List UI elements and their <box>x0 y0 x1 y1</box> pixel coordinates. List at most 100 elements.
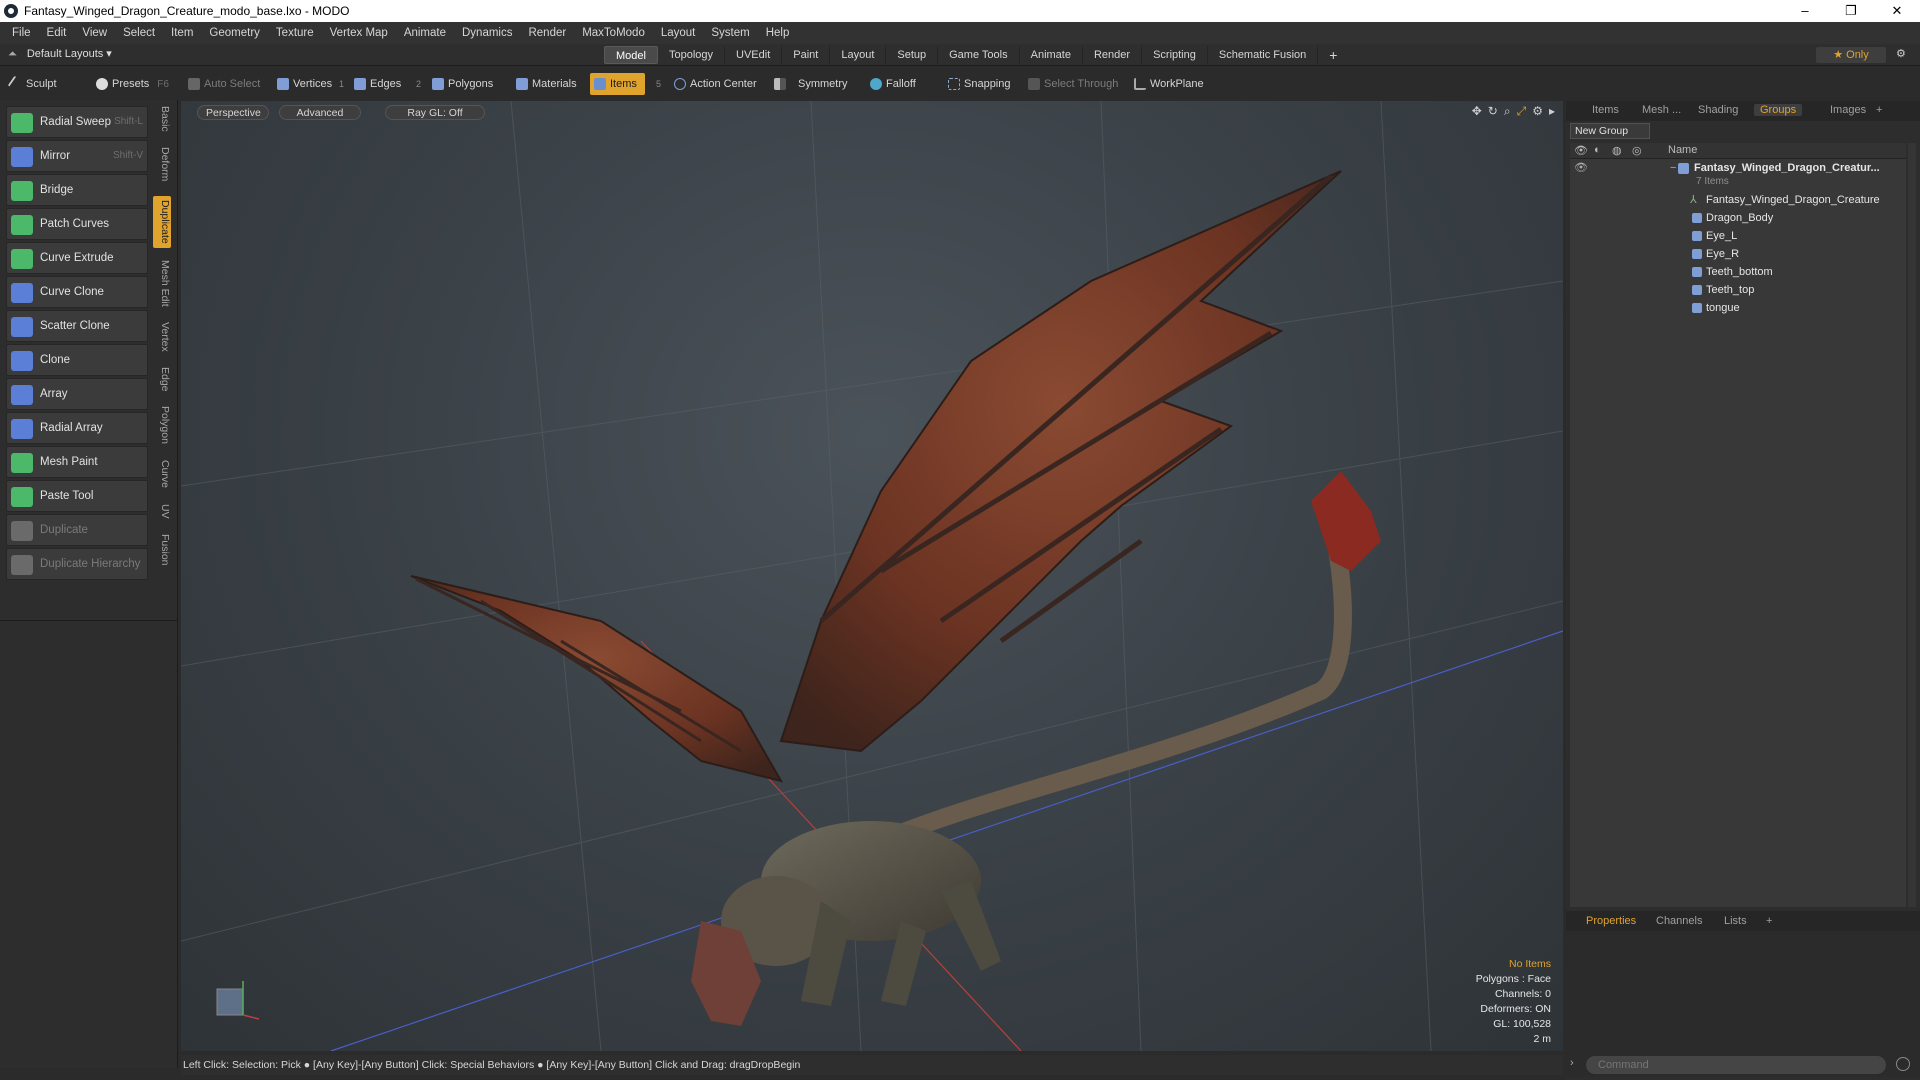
list-item[interactable]: Eye_R <box>1570 245 1906 263</box>
list-item[interactable]: Teeth_top <box>1570 281 1906 299</box>
auto-select-button[interactable]: Auto Select <box>184 73 260 95</box>
tab-lists[interactable]: Lists <box>1724 915 1747 927</box>
menu-select[interactable]: Select <box>117 27 165 39</box>
select-through-button[interactable]: Select Through <box>1024 73 1118 95</box>
tab-properties[interactable]: Properties <box>1586 915 1636 927</box>
add-tab-button[interactable]: + <box>1318 46 1348 64</box>
shading-dropdown[interactable]: Advanced <box>279 105 361 120</box>
menu-system[interactable]: System <box>705 27 759 39</box>
command-history-icon[interactable] <box>1896 1057 1910 1071</box>
side-tab-polygon[interactable]: Polygon <box>153 402 171 448</box>
expand-icon[interactable]: ▸ <box>1549 104 1555 119</box>
side-tab-edge[interactable]: Edge <box>153 364 171 394</box>
menu-edit[interactable]: Edit <box>41 27 77 39</box>
edges-button[interactable]: Edges <box>350 73 401 95</box>
tool-scatter-clone[interactable]: Scatter Clone <box>6 310 148 342</box>
tab-schematic-fusion[interactable]: Schematic Fusion <box>1208 46 1319 64</box>
menu-vertex-map[interactable]: Vertex Map <box>324 27 398 39</box>
list-item[interactable]: Dragon_Body <box>1570 209 1906 227</box>
add-tab-icon[interactable]: + <box>1876 104 1882 116</box>
raygl-toggle[interactable]: Ray GL: Off <box>385 105 485 120</box>
viewport-scene[interactable] <box>181 101 1563 1051</box>
menu-animate[interactable]: Animate <box>398 27 456 39</box>
side-tab-deform[interactable]: Deform <box>153 144 171 184</box>
tab-setup[interactable]: Setup <box>886 46 939 64</box>
tab-items[interactable]: Items <box>1592 104 1619 116</box>
dragon-model[interactable] <box>410 170 1381 1026</box>
default-layouts-dropdown[interactable]: ⏶ Default Layouts ▾ <box>8 47 112 61</box>
menu-file[interactable]: File <box>6 27 41 39</box>
gear-icon[interactable]: ⚙ <box>1896 47 1906 60</box>
list-item[interactable]: tongue <box>1570 299 1906 317</box>
side-tab-uv[interactable]: UV <box>153 500 171 522</box>
tab-shading[interactable]: Shading <box>1698 104 1738 116</box>
tool-array[interactable]: Array <box>6 378 148 410</box>
perspective-dropdown[interactable]: Perspective <box>197 105 269 120</box>
side-tab-fusion[interactable]: Fusion <box>153 530 171 570</box>
side-tab-duplicate[interactable]: Duplicate <box>153 196 171 248</box>
action-center-button[interactable]: Action Center <box>670 73 757 95</box>
tool-curve-clone[interactable]: Curve Clone <box>6 276 148 308</box>
tab-topology[interactable]: Topology <box>658 46 726 64</box>
list-item[interactable]: Eye_L <box>1570 227 1906 245</box>
tab-mesh[interactable]: Mesh ... <box>1642 104 1681 116</box>
rotate-icon[interactable]: ↻ <box>1488 104 1498 119</box>
tab-uvedit[interactable]: UVEdit <box>725 46 783 64</box>
menu-view[interactable]: View <box>76 27 117 39</box>
symmetry-button[interactable]: Symmetry <box>770 73 848 95</box>
vertices-button[interactable]: Vertices <box>273 73 332 95</box>
tool-mesh-paint[interactable]: Mesh Paint <box>6 446 148 478</box>
minimize-button[interactable]: – <box>1782 0 1828 22</box>
menu-maxtomodo[interactable]: MaxToModo <box>576 27 655 39</box>
menu-layout[interactable]: Layout <box>655 27 706 39</box>
tab-images[interactable]: Images <box>1830 104 1866 116</box>
add-property-tab-icon[interactable]: + <box>1766 915 1772 927</box>
groups-scrollbar[interactable] <box>1908 143 1916 907</box>
tool-radial-array[interactable]: Radial Array <box>6 412 148 444</box>
tab-layout[interactable]: Layout <box>830 46 887 64</box>
3d-viewport[interactable]: Perspective Advanced Ray GL: Off ✥ ↻ ⌕ ⤢… <box>181 101 1563 1051</box>
menu-render[interactable]: Render <box>522 27 576 39</box>
viewport-settings-icon[interactable]: ⚙ <box>1532 104 1543 119</box>
side-tab-curve[interactable]: Curve <box>153 456 171 492</box>
close-button[interactable]: ✕ <box>1874 0 1920 22</box>
tab-render[interactable]: Render <box>1083 46 1143 64</box>
side-tab-vertex[interactable]: Vertex <box>153 318 171 356</box>
command-input[interactable] <box>1586 1056 1886 1074</box>
items-button[interactable]: Items <box>590 73 645 95</box>
falloff-button[interactable]: Falloff <box>866 73 916 95</box>
presets-button[interactable]: Presets F6 <box>92 73 169 95</box>
tab-model[interactable]: Model <box>604 46 658 64</box>
menu-item[interactable]: Item <box>165 27 203 39</box>
list-item[interactable]: Teeth_bottom <box>1570 263 1906 281</box>
menu-dynamics[interactable]: Dynamics <box>456 27 522 39</box>
tool-paste-tool[interactable]: Paste Tool <box>6 480 148 512</box>
side-tab-basic[interactable]: Basic <box>153 104 171 134</box>
snapping-button[interactable]: Snapping <box>944 73 1011 95</box>
sculpt-button[interactable]: Sculpt <box>6 73 57 95</box>
tool-duplicate-hierarchy[interactable]: Duplicate Hierarchy <box>6 548 148 580</box>
menu-help[interactable]: Help <box>760 27 800 39</box>
tab-groups[interactable]: Groups <box>1754 104 1803 116</box>
polygons-button[interactable]: Polygons <box>428 73 493 95</box>
new-group-button[interactable]: New Group <box>1570 123 1650 139</box>
menu-texture[interactable]: Texture <box>270 27 324 39</box>
maximize-button[interactable]: ❐ <box>1828 0 1874 22</box>
tab-animate[interactable]: Animate <box>1020 46 1083 64</box>
tool-mirror[interactable]: Mirror Shift-V <box>6 140 148 172</box>
materials-button[interactable]: Materials <box>512 73 577 95</box>
tab-game-tools[interactable]: Game Tools <box>938 46 1020 64</box>
zoom-icon[interactable]: ⌕ <box>1504 104 1511 119</box>
fit-icon[interactable]: ⤢ <box>1517 104 1527 119</box>
only-toggle[interactable]: ★ Only <box>1816 47 1886 63</box>
tool-radial-sweep[interactable]: Radial Sweep Shift-L <box>6 106 148 138</box>
tab-paint[interactable]: Paint <box>782 46 831 64</box>
tab-channels[interactable]: Channels <box>1656 915 1702 927</box>
workplane-button[interactable]: WorkPlane <box>1130 73 1204 95</box>
tab-scripting[interactable]: Scripting <box>1142 46 1208 64</box>
menu-geometry[interactable]: Geometry <box>203 27 270 39</box>
tool-duplicate[interactable]: Duplicate <box>6 514 148 546</box>
pan-icon[interactable]: ✥ <box>1472 104 1482 119</box>
tool-curve-extrude[interactable]: Curve Extrude <box>6 242 148 274</box>
tool-clone[interactable]: Clone <box>6 344 148 376</box>
